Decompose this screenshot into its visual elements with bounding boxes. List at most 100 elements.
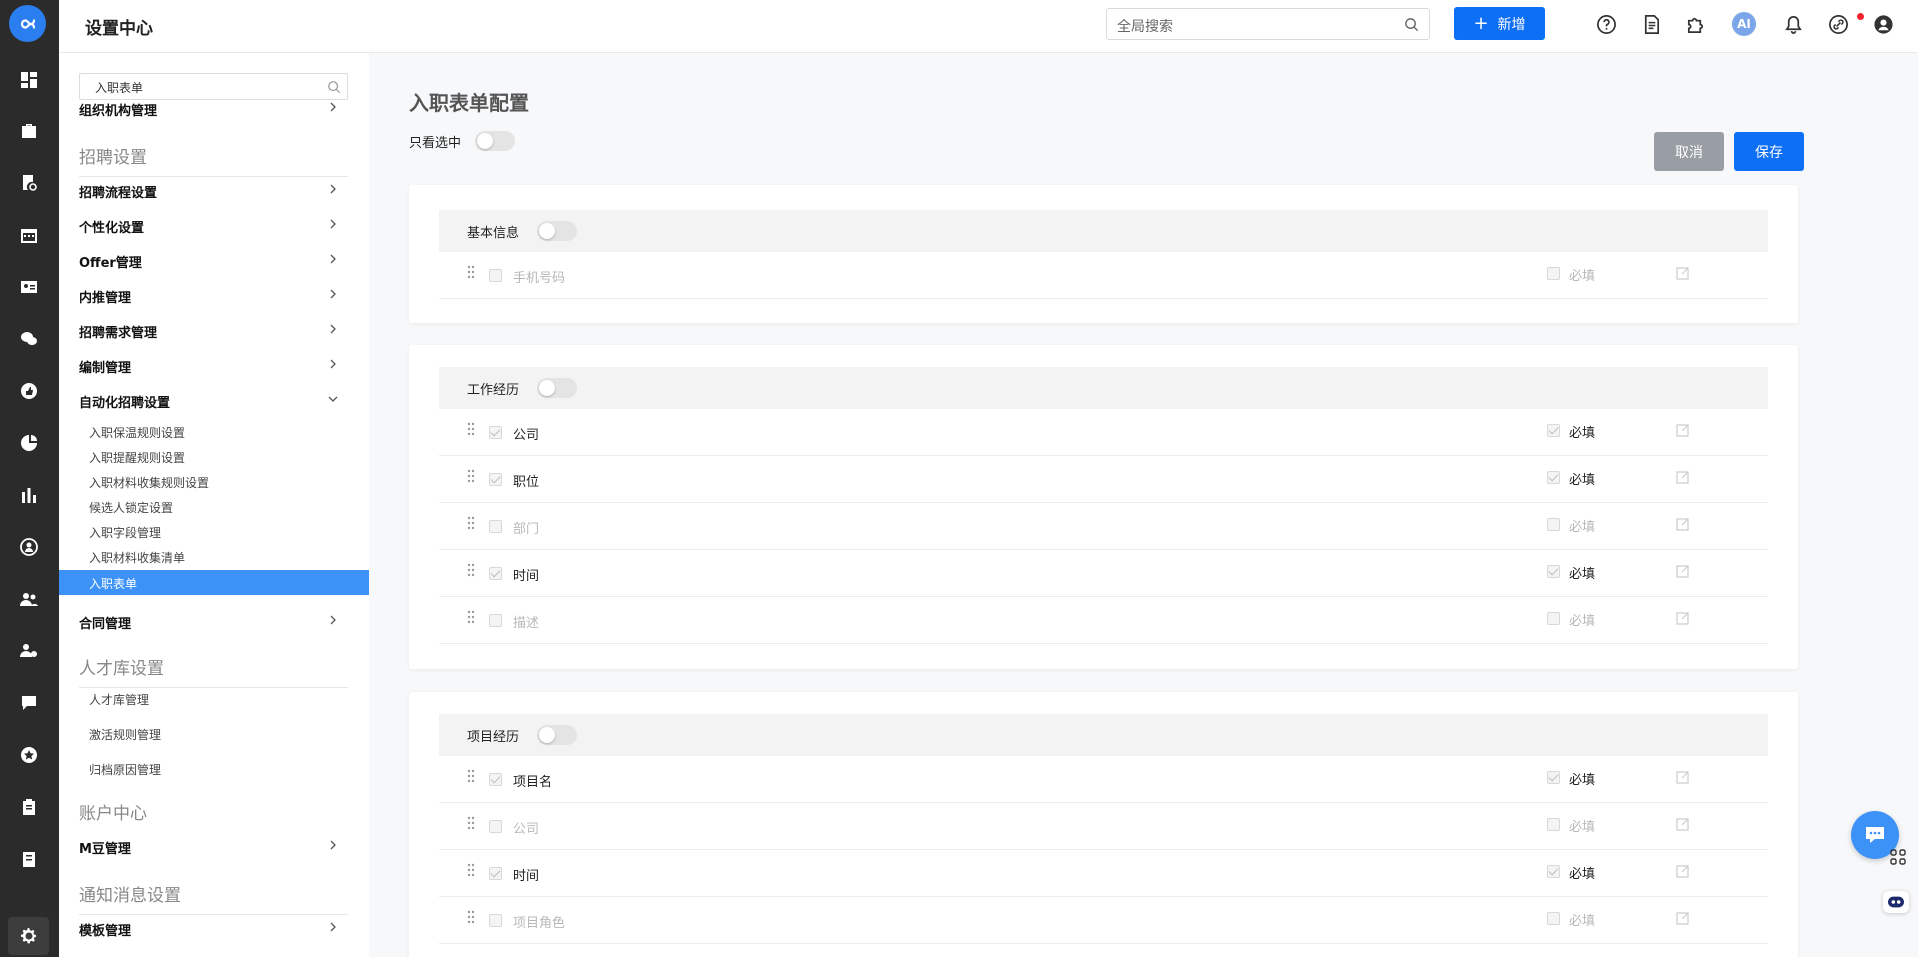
field-checkbox[interactable] — [489, 914, 502, 927]
sidebar-item-recruit-flow[interactable]: 招聘流程设置 — [79, 182, 348, 202]
field-checkbox[interactable] — [489, 614, 502, 627]
drag-handle-icon[interactable] — [467, 910, 475, 924]
sidebar-sub-item[interactable]: 人才库管理 — [89, 691, 149, 708]
group-toggle[interactable] — [537, 725, 577, 745]
calendar-icon[interactable] — [18, 224, 40, 246]
required-checkbox[interactable] — [1547, 471, 1560, 484]
sidebar-sub-item[interactable]: 激活规则管理 — [89, 726, 161, 743]
drag-handle-icon[interactable] — [467, 769, 475, 783]
drag-handle-icon[interactable] — [467, 816, 475, 830]
dashboard-icon[interactable] — [18, 69, 40, 91]
sidebar-sub-item[interactable]: 入职字段管理 — [89, 524, 161, 541]
required-checkbox[interactable] — [1547, 612, 1560, 625]
required-checkbox[interactable] — [1547, 912, 1560, 925]
id-card-icon[interactable] — [18, 276, 40, 298]
sidebar-item-org[interactable]: 组织机构管理 — [79, 100, 348, 120]
only-selected-toggle[interactable] — [475, 131, 515, 151]
team-settings-icon[interactable] — [18, 640, 40, 662]
edit-icon[interactable] — [1676, 611, 1690, 625]
field-checkbox[interactable] — [489, 426, 502, 439]
sidebar-item-template[interactable]: 模板管理 — [79, 920, 348, 940]
sidebar-item-headcount[interactable]: 编制管理 — [79, 357, 348, 377]
bell-icon[interactable] — [1781, 12, 1805, 36]
sidebar-sub-item[interactable]: 入职材料收集规则设置 — [89, 474, 209, 491]
required-checkbox[interactable] — [1547, 565, 1560, 578]
group-icon[interactable] — [18, 588, 40, 610]
sidebar-item-offer[interactable]: Offer管理 — [79, 252, 348, 272]
user-circle-icon[interactable] — [18, 536, 40, 558]
drag-handle-icon[interactable] — [467, 610, 475, 624]
drag-handle-icon[interactable] — [467, 422, 475, 436]
sidebar-item-label: 编制管理 — [79, 361, 132, 376]
sidebar-search-input[interactable]: 入职表单 — [79, 73, 348, 100]
edit-icon[interactable] — [1676, 266, 1690, 280]
link-icon[interactable] — [1826, 12, 1850, 36]
sidebar-sub-item[interactable]: 入职提醒规则设置 — [89, 449, 185, 466]
cancel-button[interactable]: 取消 — [1654, 132, 1724, 171]
field-checkbox[interactable] — [489, 473, 502, 486]
sidebar-item-automation[interactable]: 自动化招聘设置 — [79, 392, 348, 412]
sidebar-item-referral[interactable]: 内推管理 — [79, 287, 348, 307]
clipboard-icon[interactable] — [18, 796, 40, 818]
wechat-icon[interactable] — [18, 328, 40, 350]
sidebar-item-contract[interactable]: 合同管理 — [79, 613, 348, 633]
edit-icon[interactable] — [1676, 911, 1690, 925]
required-checkbox[interactable] — [1547, 865, 1560, 878]
apps-grid-icon[interactable] — [1889, 848, 1907, 866]
sidebar-sub-item[interactable]: 归档原因管理 — [89, 761, 161, 778]
sidebar-item-personalize[interactable]: 个性化设置 — [79, 217, 348, 237]
field-checkbox[interactable] — [489, 269, 502, 282]
drag-handle-icon[interactable] — [467, 516, 475, 530]
star-icon[interactable] — [18, 744, 40, 766]
user-avatar-icon[interactable] — [1871, 12, 1895, 36]
pie-chart-icon[interactable] — [18, 432, 40, 454]
drag-handle-icon[interactable] — [467, 469, 475, 483]
edit-icon[interactable] — [1676, 564, 1690, 578]
document-search-icon[interactable] — [18, 172, 40, 194]
drag-handle-icon[interactable] — [467, 863, 475, 877]
sidebar-item-demand[interactable]: 招聘需求管理 — [79, 322, 348, 342]
sidebar-item-mbean[interactable]: M豆管理 — [79, 838, 348, 858]
field-checkbox[interactable] — [489, 520, 502, 533]
help-icon[interactable] — [1594, 12, 1618, 36]
puzzle-icon[interactable] — [1683, 12, 1707, 36]
thumb-up-icon[interactable] — [18, 380, 40, 402]
field-checkbox[interactable] — [489, 867, 502, 880]
edit-icon[interactable] — [1676, 864, 1690, 878]
group-toggle[interactable] — [537, 221, 577, 241]
notes-icon[interactable] — [18, 848, 40, 870]
sidebar-sub-item[interactable]: 入职材料收集清单 — [89, 549, 185, 566]
drag-handle-icon[interactable] — [467, 563, 475, 577]
briefcase-icon[interactable] — [18, 120, 40, 142]
save-button[interactable]: 保存 — [1734, 132, 1804, 171]
ai-assistant-icon[interactable]: AI — [1732, 12, 1756, 36]
required-checkbox[interactable] — [1547, 818, 1560, 831]
edit-icon[interactable] — [1676, 770, 1690, 784]
required-checkbox[interactable] — [1547, 267, 1560, 280]
edit-icon[interactable] — [1676, 423, 1690, 437]
section-talent-settings: 人才库设置 — [79, 654, 348, 688]
sidebar-sub-item[interactable]: 入职保温规则设置 — [89, 424, 185, 441]
robot-assistant-icon[interactable] — [1883, 891, 1909, 913]
group-toggle[interactable] — [537, 378, 577, 398]
message-icon[interactable] — [18, 692, 40, 714]
app-logo[interactable] — [9, 5, 46, 42]
required-checkbox[interactable] — [1547, 771, 1560, 784]
new-button[interactable]: + 新增 — [1454, 7, 1545, 40]
sidebar-sub-item[interactable]: 候选人锁定设置 — [89, 499, 173, 516]
bar-chart-icon[interactable] — [18, 484, 40, 506]
document-icon[interactable] — [1639, 12, 1663, 36]
sidebar-sub-item-active[interactable]: 入职表单 — [59, 570, 369, 595]
settings-icon[interactable] — [8, 917, 49, 955]
required-checkbox[interactable] — [1547, 518, 1560, 531]
edit-icon[interactable] — [1676, 817, 1690, 831]
edit-icon[interactable] — [1676, 470, 1690, 484]
global-search-input[interactable]: 全局搜索 — [1106, 8, 1430, 40]
only-selected-label: 只看选中 — [409, 136, 462, 151]
edit-icon[interactable] — [1676, 517, 1690, 531]
field-checkbox[interactable] — [489, 567, 502, 580]
field-checkbox[interactable] — [489, 820, 502, 833]
required-checkbox[interactable] — [1547, 424, 1560, 437]
drag-handle-icon[interactable] — [467, 265, 475, 279]
field-checkbox[interactable] — [489, 773, 502, 786]
